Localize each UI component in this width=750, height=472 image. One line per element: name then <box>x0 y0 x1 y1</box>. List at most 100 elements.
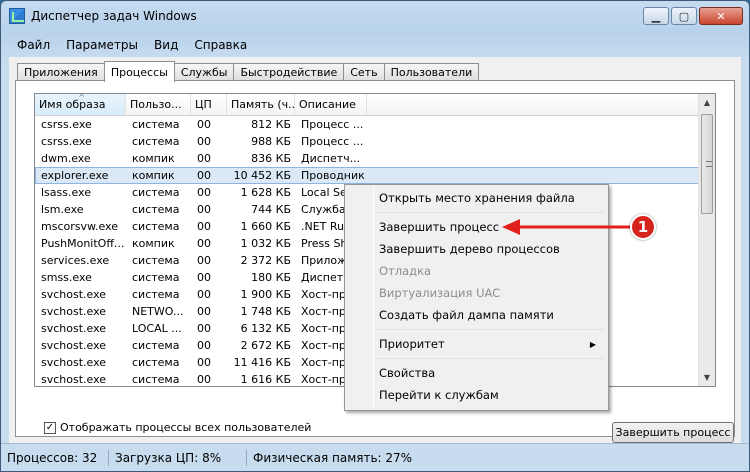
table-cell: система <box>132 254 180 267</box>
show-all-processes[interactable]: ✓ Отображать процессы всех пользователей <box>44 421 311 434</box>
menu-item-1[interactable]: Параметры <box>58 38 146 52</box>
table-cell: smss.exe <box>41 271 92 284</box>
list-header: Имя образа ^ Пользо... ЦП Память (ч... Описан… <box>35 94 715 116</box>
table-cell: svchost.exe <box>41 373 107 386</box>
table-cell: csrss.exe <box>41 135 92 148</box>
table-cell: dwm.exe <box>41 152 91 165</box>
tab-3[interactable]: Быстродействие <box>233 63 345 81</box>
table-cell: система <box>132 373 180 386</box>
table-cell: 988 КБ <box>251 135 291 148</box>
submenu-arrow-icon: ▶ <box>589 339 596 349</box>
table-cell: 1 660 КБ <box>240 220 291 233</box>
menu-item-2[interactable]: Вид <box>146 38 186 52</box>
table-cell: LOCAL ... <box>132 322 182 335</box>
column-header-0[interactable]: Имя образа ^ <box>35 94 126 115</box>
column-label: Память (ч... <box>231 98 295 111</box>
table-cell: 00 <box>197 152 211 165</box>
window-title: Диспетчер задач Windows <box>31 9 197 23</box>
column-header-3[interactable]: Память (ч... <box>227 94 295 115</box>
table-row[interactable]: csrss.exe система 00 988 КБ Процесс ... <box>35 133 715 150</box>
table-cell: svchost.exe <box>41 356 107 369</box>
table-cell: Диспетч... <box>301 152 361 165</box>
menu-bar: Файл Параметры Вид Справка <box>9 35 741 55</box>
table-cell: 00 <box>197 254 211 267</box>
context-menu-item-11[interactable]: Перейти к службам <box>347 384 606 406</box>
table-cell: 1 900 КБ <box>240 288 291 301</box>
context-menu-item-4: Отладка <box>347 260 606 282</box>
table-cell: 00 <box>197 203 211 216</box>
column-label: ЦП <box>195 98 212 111</box>
scroll-down-icon[interactable]: ▼ <box>699 369 715 386</box>
column-label: Описание <box>299 98 356 111</box>
tab-0[interactable]: Приложения <box>17 63 105 81</box>
table-cell: компик <box>132 169 175 182</box>
table-cell: svchost.exe <box>41 288 107 301</box>
vertical-scrollbar[interactable]: ▲ ▼ <box>698 94 715 386</box>
context-menu-item-0[interactable]: Открыть место хранения файла <box>347 187 606 209</box>
scroll-thumb[interactable] <box>701 114 713 214</box>
column-label: Имя образа <box>39 98 106 111</box>
table-cell: services.exe <box>41 254 110 267</box>
show-all-label: Отображать процессы всех пользователей <box>60 421 312 434</box>
status-cpu: Загрузка ЦП: 8% <box>109 449 247 466</box>
context-menu-item-5: Виртуализация UAC <box>347 282 606 304</box>
tab-1[interactable]: Процессы <box>103 61 175 82</box>
table-cell: 1 032 КБ <box>240 237 291 250</box>
table-cell: система <box>132 220 180 233</box>
table-cell: 1 616 КБ <box>240 373 291 386</box>
tab-2[interactable]: Службы <box>173 63 235 81</box>
table-row[interactable]: csrss.exe система 00 812 КБ Процесс ... <box>35 116 715 133</box>
menu-item-label: Завершить дерево процессов <box>379 242 560 256</box>
menu-item-label: Открыть место хранения файла <box>379 191 575 205</box>
context-menu-item-8[interactable]: Приоритет ▶ <box>347 333 606 355</box>
menu-item-3[interactable]: Справка <box>186 38 255 52</box>
context-menu-item-6[interactable]: Создать файл дампа памяти <box>347 304 606 326</box>
column-header-4[interactable]: Описание <box>295 94 367 115</box>
arrow-head-icon <box>502 219 520 235</box>
table-cell: 00 <box>197 373 211 386</box>
table-cell: система <box>132 339 180 352</box>
menu-item-label: Создать файл дампа памяти <box>379 308 554 322</box>
table-cell: 11 416 КБ <box>233 356 291 369</box>
scroll-up-icon[interactable]: ▲ <box>699 94 715 111</box>
table-cell: система <box>132 203 180 216</box>
table-cell: 812 КБ <box>251 118 291 131</box>
table-cell: система <box>132 271 180 284</box>
table-cell: система <box>132 186 180 199</box>
table-cell: 00 <box>197 305 211 318</box>
table-cell: lsm.exe <box>41 203 84 216</box>
menu-separator <box>377 358 604 359</box>
status-processes: Процессов: 32 <box>1 449 109 466</box>
checkbox-checked-icon[interactable]: ✓ <box>44 421 56 434</box>
context-menu-item-10[interactable]: Свойства <box>347 362 606 384</box>
column-header-1[interactable]: Пользо... <box>126 94 191 115</box>
close-button[interactable]: ✕ <box>699 7 743 25</box>
title-bar[interactable]: Диспетчер задач Windows ▁ ▢ ✕ <box>1 1 749 31</box>
minimize-button[interactable]: ▁ <box>643 7 669 25</box>
table-cell: 00 <box>197 169 211 182</box>
table-cell: система <box>132 135 180 148</box>
table-cell: компик <box>132 237 175 250</box>
tab-5[interactable]: Пользователи <box>383 63 480 81</box>
menu-item-label: Приоритет <box>379 337 445 351</box>
table-cell: 00 <box>197 237 211 250</box>
tab-4[interactable]: Сеть <box>343 63 385 81</box>
table-cell: explorer.exe <box>41 169 109 182</box>
table-cell: 00 <box>197 220 211 233</box>
table-cell: 00 <box>197 186 211 199</box>
end-process-button[interactable]: Завершить процесс <box>612 422 734 443</box>
sort-ascending-icon: ^ <box>78 94 85 102</box>
table-cell: 6 132 КБ <box>240 322 291 335</box>
task-manager-icon <box>9 8 25 24</box>
table-cell: Проводник <box>301 169 365 182</box>
maximize-button[interactable]: ▢ <box>671 7 697 25</box>
table-cell: 2 372 КБ <box>240 254 291 267</box>
table-row[interactable]: explorer.exe компик 00 10 452 КБ Проводник <box>35 167 715 184</box>
column-header-2[interactable]: ЦП <box>191 94 227 115</box>
table-cell: система <box>132 118 180 131</box>
menu-item-0[interactable]: Файл <box>9 38 58 52</box>
table-cell: 180 КБ <box>251 271 291 284</box>
table-row[interactable]: dwm.exe компик 00 836 КБ Диспетч... <box>35 150 715 167</box>
menu-item-label: Завершить процесс <box>379 220 500 234</box>
table-cell: компик <box>132 152 175 165</box>
